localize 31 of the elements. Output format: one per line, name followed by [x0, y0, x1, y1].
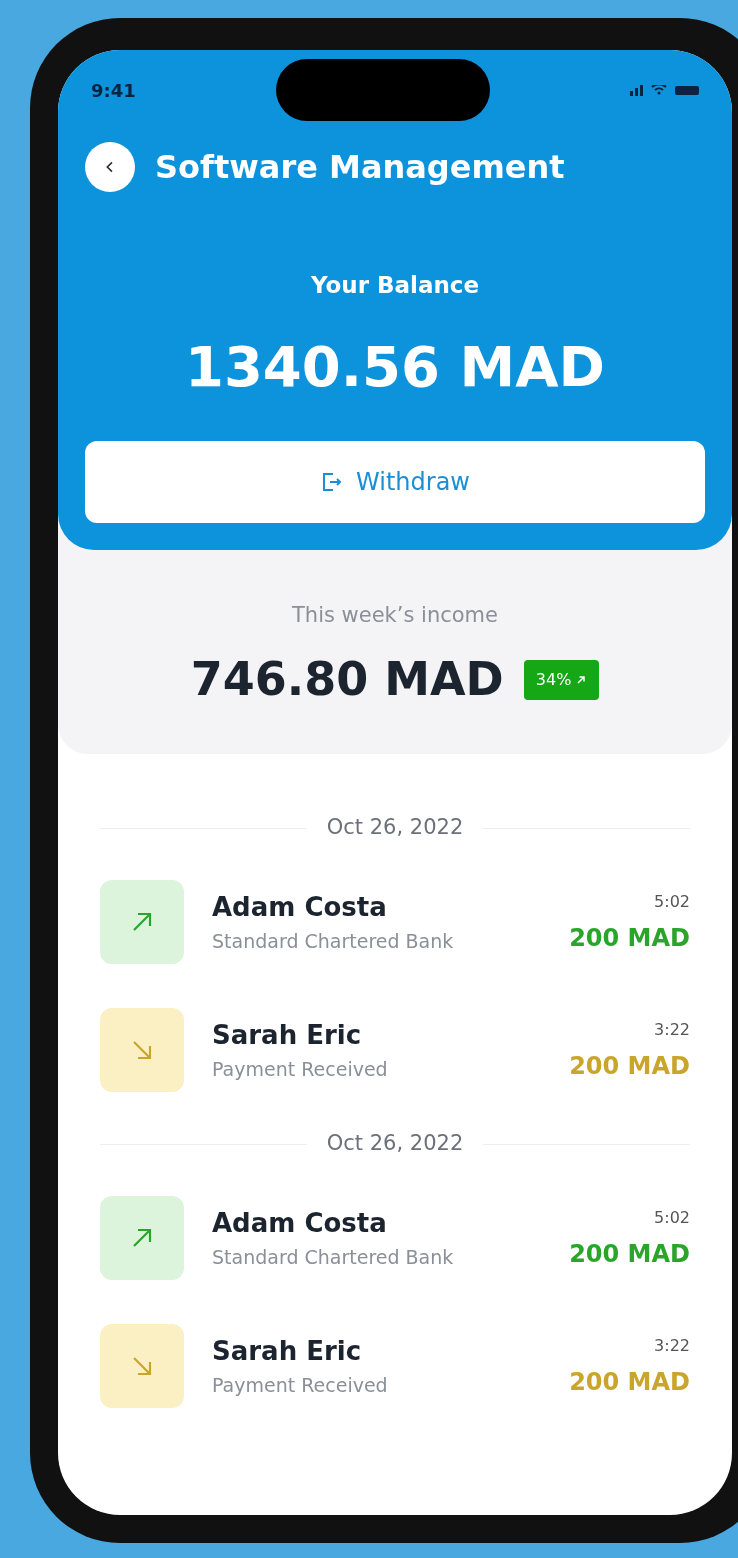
balance-amount: 1340.56 MAD — [183, 332, 607, 401]
transaction-amount: 200 MAD — [569, 926, 690, 950]
transaction-amount: 200 MAD — [569, 1054, 690, 1078]
payee-name: Sarah Eric — [212, 1337, 363, 1364]
date-divider-label: Oct 26, 2022 — [326, 1130, 464, 1158]
transaction-time: 3:22 — [654, 1022, 690, 1038]
page-title: Software Management — [155, 147, 565, 188]
battery-icon — [675, 85, 699, 95]
transaction-time: 5:02 — [654, 894, 690, 910]
wifi-icon — [651, 85, 667, 95]
transaction-detail: Standard Chartered Bank — [212, 931, 455, 951]
back-button[interactable] — [85, 142, 135, 192]
signal-icon — [630, 84, 643, 96]
payee-name: Adam Costa — [212, 1209, 388, 1236]
income-label: This week’s income — [292, 601, 498, 629]
withdraw-button[interactable]: Withdraw — [85, 440, 705, 523]
transaction-detail: Payment Received — [212, 1059, 389, 1079]
income-amount: 746.80 MAD — [190, 651, 504, 708]
date-divider-label: Oct 26, 2022 — [326, 814, 464, 842]
transaction-detail: Payment Received — [212, 1375, 389, 1395]
growth-badge: 34% — [523, 659, 600, 700]
status-time: 9:41 — [91, 78, 136, 103]
transaction-time: 3:22 — [654, 1338, 690, 1354]
transaction-amount: 200 MAD — [569, 1242, 690, 1266]
transaction-time: 5:02 — [654, 1210, 690, 1226]
arrow-icon — [575, 673, 588, 686]
transaction-detail: Standard Chartered Bank — [212, 1247, 455, 1267]
payee-name: Adam Costa — [212, 893, 388, 920]
balance-label: Your Balance — [309, 271, 481, 300]
payee-name: Sarah Eric — [212, 1021, 363, 1048]
transaction-amount: 200 MAD — [569, 1370, 690, 1394]
